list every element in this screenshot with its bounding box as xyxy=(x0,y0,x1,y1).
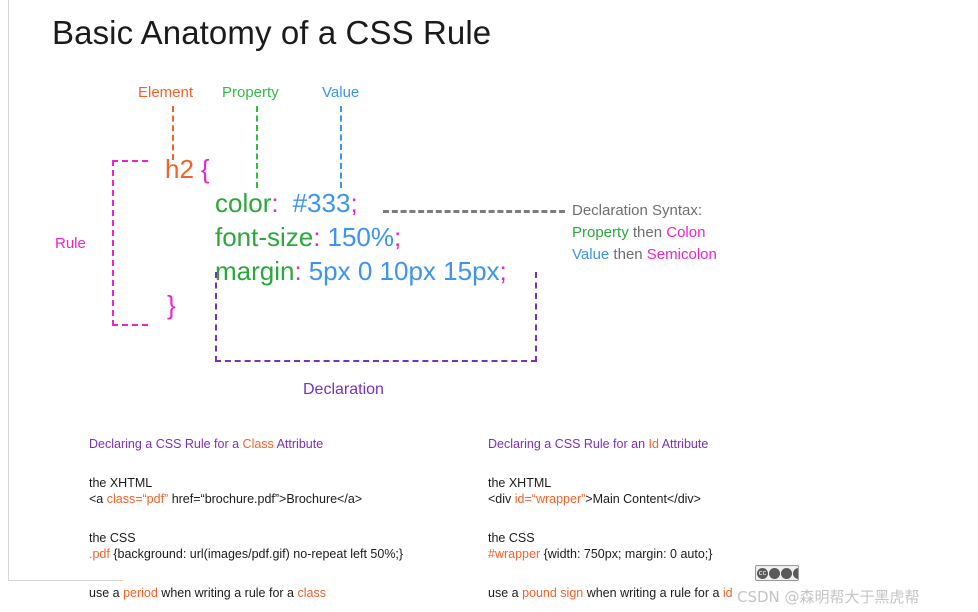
class-section-note: use a period when writing a rule for a c… xyxy=(89,585,403,601)
id-xhtml-label: the XHTML xyxy=(488,476,552,490)
id-css-selector: #wrapper xyxy=(488,547,541,561)
class-note-keyword-period: period xyxy=(123,586,158,600)
cc-sa-icon xyxy=(793,567,798,579)
id-xhtml-code-c: >Main Content</div> xyxy=(585,492,701,506)
code-value: 150% xyxy=(327,222,395,252)
class-xhtml-label: the XHTML xyxy=(89,476,153,490)
id-heading-keyword: Id xyxy=(648,437,659,451)
class-note-c: when writing a rule for a xyxy=(157,586,298,600)
syntax-value-token: Value xyxy=(572,246,610,263)
class-heading-part-c: Attribute xyxy=(273,437,324,451)
id-section-heading: Declaring a CSS Rule for an Id Attribute xyxy=(488,436,733,452)
creative-commons-badge-icon: cc xyxy=(755,565,799,581)
class-heading-part-a: Declaring a CSS Rule for a xyxy=(89,437,243,451)
id-xhtml-code: <div id=“wrapper”>Main Content</div> xyxy=(488,491,733,507)
code-line-declaration: font-size: 150%; xyxy=(215,220,507,254)
declaration-syntax-line-1: Property then Colon xyxy=(572,222,717,244)
page-title: Basic Anatomy of a CSS Rule xyxy=(52,14,492,51)
id-heading-part-a: Declaring a CSS Rule for an xyxy=(488,437,649,451)
class-note-a: use a xyxy=(89,586,124,600)
class-note-keyword-class: class xyxy=(297,586,326,600)
class-css-selector: .pdf xyxy=(89,547,110,561)
cc-mark-icon: cc xyxy=(757,567,768,579)
syntax-connector-then: then xyxy=(609,246,647,263)
cc-nc-icon xyxy=(781,567,792,579)
slide-bottom-divider xyxy=(8,580,123,581)
class-css-label: the CSS xyxy=(89,531,136,545)
code-open-brace: { xyxy=(200,154,210,184)
label-property: Property xyxy=(222,84,279,101)
id-xhtml-code-a: <div xyxy=(488,492,515,506)
class-heading-keyword: Class xyxy=(242,437,274,451)
id-heading-part-c: Attribute xyxy=(658,437,709,451)
class-css-code: .pdf {background: url(images/pdf.gif) no… xyxy=(89,546,403,562)
code-semicolon: ; xyxy=(394,222,402,252)
id-note-c: when writing a rule for a xyxy=(583,586,723,600)
class-css-body: {background: url(images/pdf.gif) no-repe… xyxy=(109,547,404,561)
syntax-semicolon-token: Semicolon xyxy=(646,246,717,263)
syntax-property-token: Property xyxy=(572,224,629,241)
label-declaration: Declaration xyxy=(303,381,384,398)
code-close-brace: } xyxy=(167,290,176,320)
label-element: Element xyxy=(138,84,194,101)
id-css-code: #wrapper {width: 750px; margin: 0 auto;} xyxy=(488,546,733,562)
id-css-body: {width: 750px; margin: 0 auto;} xyxy=(540,547,713,561)
leader-line-icon xyxy=(383,210,565,213)
label-value: Value xyxy=(322,84,360,101)
cc-by-icon xyxy=(769,567,780,579)
code-selector: h2 xyxy=(165,154,194,184)
id-note-keyword-pound: pound sign xyxy=(522,586,584,600)
id-attribute-section: Declaring a CSS Rule for an Id Attribute… xyxy=(488,436,733,601)
id-css-label: the CSS xyxy=(488,531,535,545)
declaration-syntax-heading: Declaration Syntax: xyxy=(572,202,703,219)
class-xhtml-code-a: <a xyxy=(89,492,107,506)
class-xhtml-code-c: href=“brochure.pdf”>Brochure</a> xyxy=(168,492,363,506)
code-value: #333 xyxy=(292,188,351,218)
slide-canvas: Basic Anatomy of a CSS Rule Element Prop… xyxy=(8,0,968,600)
csdn-watermark: CSDN @森明帮大于黑虎帮 xyxy=(737,588,920,606)
declaration-bracket-icon xyxy=(215,272,537,362)
code-colon: : xyxy=(313,222,321,252)
syntax-connector-then: then xyxy=(628,224,667,241)
class-section-heading: Declaring a CSS Rule for a Class Attribu… xyxy=(89,436,403,452)
code-property: font-size xyxy=(215,222,314,252)
class-attribute-section: Declaring a CSS Rule for a Class Attribu… xyxy=(89,436,403,601)
code-semicolon: ; xyxy=(350,188,358,218)
syntax-colon-token: Colon xyxy=(666,224,706,241)
code-line-selector: h2{ xyxy=(165,152,507,186)
class-xhtml-code: <a class=“pdf” href=“brochure.pdf”>Broch… xyxy=(89,491,403,507)
id-note-a: use a xyxy=(488,586,523,600)
label-rule: Rule xyxy=(55,235,86,252)
declaration-syntax-line-2: Value then Semicolon xyxy=(572,244,717,266)
declaration-syntax-panel: Declaration Syntax: Property then Colon … xyxy=(572,200,717,266)
id-note-keyword-id: id xyxy=(722,586,733,600)
code-line-declaration: color: #333; xyxy=(215,186,507,220)
code-property: color xyxy=(215,188,272,218)
code-colon: : xyxy=(271,188,279,218)
class-xhtml-code-attr: class=“pdf” xyxy=(106,492,169,506)
id-xhtml-code-attr: id=“wrapper” xyxy=(514,492,586,506)
id-section-note: use a pound sign when writing a rule for… xyxy=(488,585,733,601)
rule-bracket-icon xyxy=(112,160,148,326)
